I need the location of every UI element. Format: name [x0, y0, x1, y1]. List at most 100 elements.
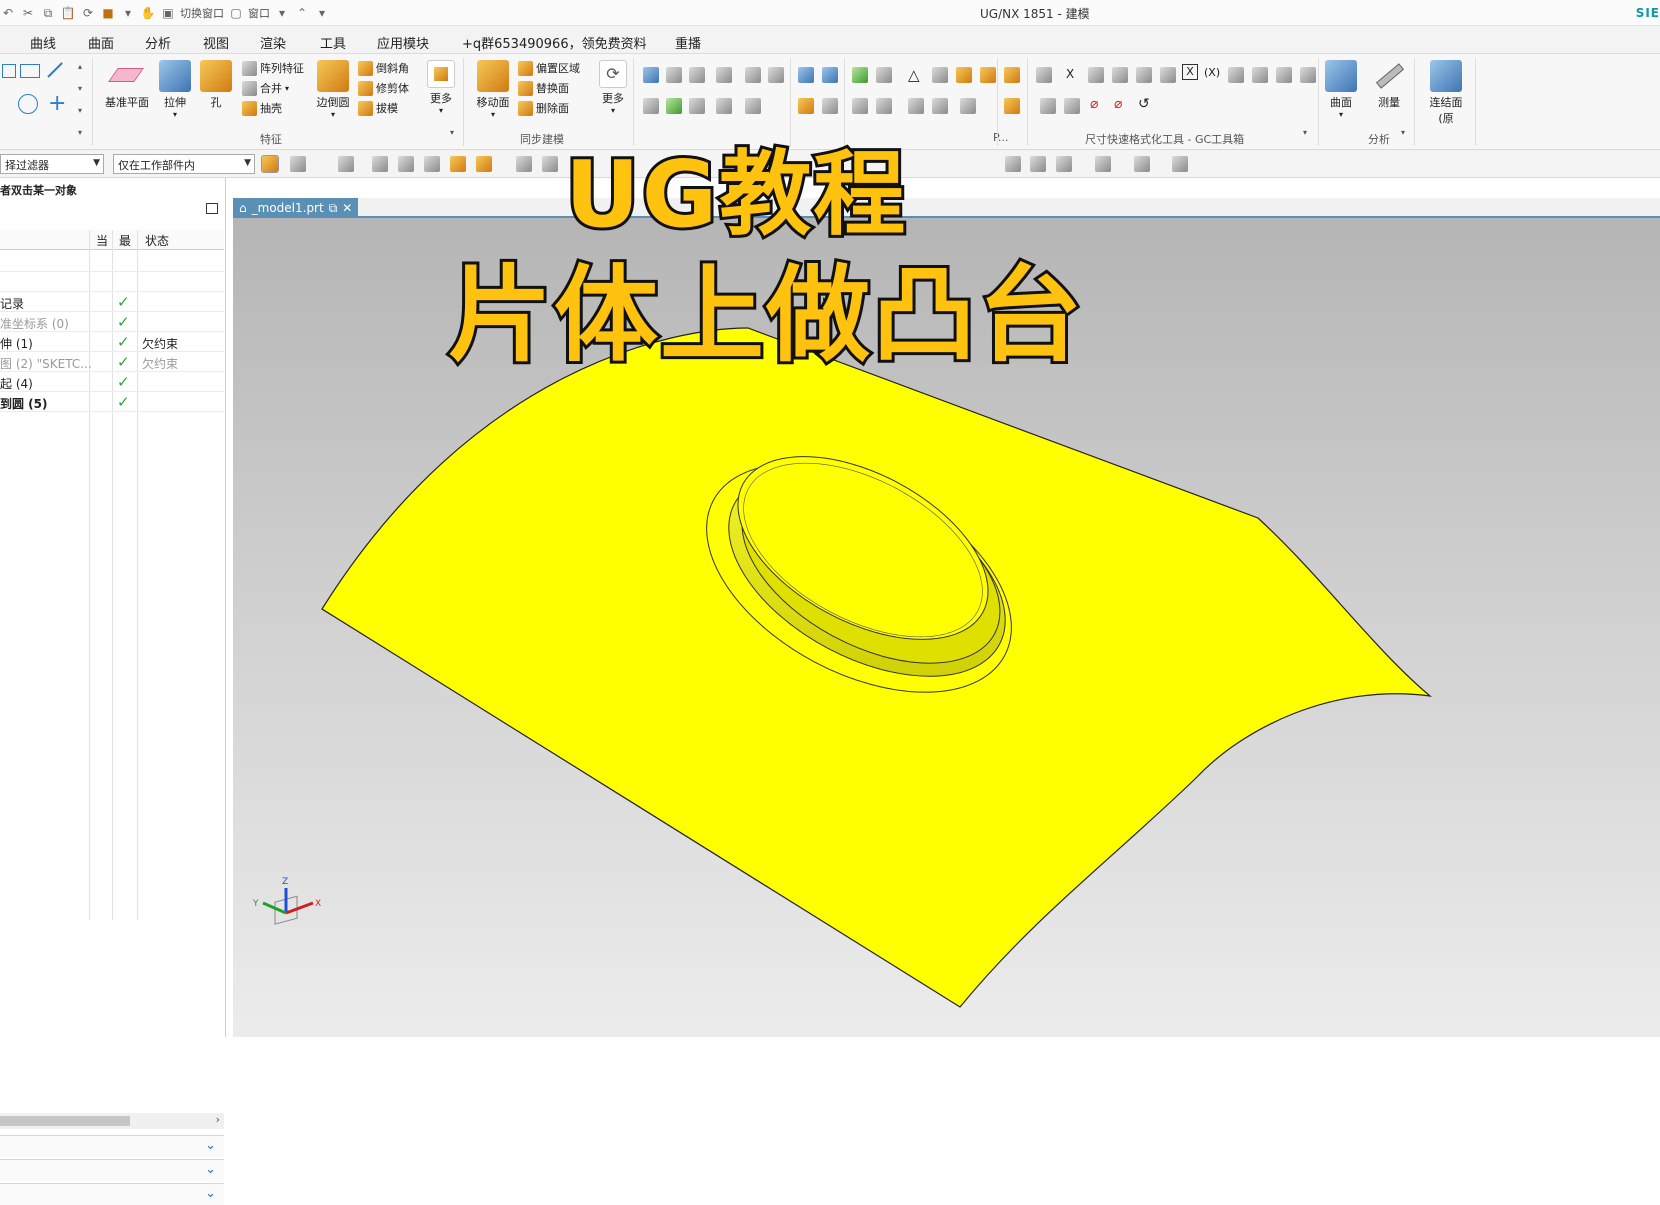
- snap-icon[interactable]: [372, 156, 388, 172]
- tab-replay[interactable]: 重播: [675, 33, 701, 52]
- snap-3-icon[interactable]: [424, 156, 440, 172]
- navigator-row[interactable]: 记录 ✓: [0, 292, 224, 312]
- undo-icon[interactable]: ↶: [0, 5, 16, 21]
- toolkit-group-menu-icon[interactable]: ▾: [1303, 128, 1307, 137]
- column-latest[interactable]: 最: [119, 232, 131, 252]
- close-icon[interactable]: ✕: [342, 201, 352, 215]
- navigator-row[interactable]: 伸 (1) ✓ 欠约束: [0, 332, 224, 352]
- surface-analysis-button[interactable]: 曲面 ▾: [1318, 54, 1364, 119]
- orient-icon[interactable]: [1095, 156, 1111, 172]
- fit-10h7-b-icon[interactable]: [1252, 67, 1268, 83]
- offset-region-button[interactable]: 偏置区域: [518, 58, 580, 78]
- coin-icon[interactable]: [798, 98, 814, 114]
- database-icon[interactable]: [798, 67, 814, 83]
- trim-body-button[interactable]: 修剪体: [358, 78, 409, 98]
- navigator-row[interactable]: 图 (2) "SKETC... ✓ 欠约束: [0, 352, 224, 372]
- diameter-icon[interactable]: ⌀: [1090, 96, 1098, 112]
- tab-application[interactable]: 应用模块: [377, 33, 429, 52]
- cross-icon[interactable]: [956, 67, 972, 83]
- connect-face-button[interactable]: 连结面 (原: [1418, 54, 1474, 126]
- dim-format-3-icon[interactable]: [1136, 67, 1152, 83]
- dim-format-2-icon[interactable]: [1112, 67, 1128, 83]
- window-menu-button[interactable]: 窗口: [248, 5, 270, 21]
- solid-icon[interactable]: [689, 98, 705, 114]
- assembly-2-icon[interactable]: [1004, 98, 1020, 114]
- window-icon[interactable]: ▢: [228, 5, 244, 21]
- switch-window-button[interactable]: 切换窗口: [180, 5, 224, 21]
- fit-10h7-icon[interactable]: [1228, 67, 1244, 83]
- section-icon[interactable]: [716, 98, 732, 114]
- render-style-2-icon[interactable]: [1030, 156, 1046, 172]
- datum-plane-button[interactable]: 基准平面: [104, 54, 150, 110]
- draft-button[interactable]: 拔模: [358, 98, 398, 118]
- view-cube-2-icon[interactable]: [542, 156, 558, 172]
- line-icon[interactable]: [47, 62, 63, 78]
- more-sync-dropdown-icon[interactable]: ▾: [590, 106, 636, 115]
- measure-button[interactable]: 测量: [1366, 54, 1412, 110]
- edge-blend-dropdown-icon[interactable]: ▾: [310, 110, 356, 119]
- horizontal-scrollbar[interactable]: ›: [0, 1113, 224, 1129]
- hole-button[interactable]: 孔: [193, 54, 239, 110]
- dim-arrow-icon[interactable]: [1040, 98, 1056, 114]
- tab-curve[interactable]: 曲线: [30, 33, 56, 52]
- x-icon[interactable]: X: [1066, 67, 1074, 81]
- maximize-icon[interactable]: [206, 203, 218, 214]
- filter-icon[interactable]: [290, 156, 306, 172]
- dropdown-arrow-icon[interactable]: ▾: [120, 5, 136, 21]
- more-sync-button[interactable]: ⟳ 更多 ▾: [590, 54, 636, 115]
- axis-icon[interactable]: [876, 98, 892, 114]
- column-status[interactable]: 状态: [145, 232, 169, 252]
- replace-face-button[interactable]: 替换面: [518, 78, 569, 98]
- tab-surface[interactable]: 曲面: [88, 33, 114, 52]
- pattern-icon[interactable]: [876, 67, 892, 83]
- analysis-group-menu-icon[interactable]: ▾: [1401, 128, 1405, 137]
- dim-line-icon[interactable]: [1064, 98, 1080, 114]
- fit-10h7-c-icon[interactable]: [1276, 67, 1292, 83]
- assembly-icon[interactable]: [1004, 67, 1020, 83]
- unite-dropdown-icon[interactable]: ▾: [285, 84, 289, 93]
- view-cube-icon[interactable]: [516, 156, 532, 172]
- triangle-icon[interactable]: △: [908, 66, 920, 84]
- more-feature-button[interactable]: 更多 ▾: [418, 54, 464, 115]
- tab-view[interactable]: 视图: [203, 33, 229, 52]
- paste-icon[interactable]: 📋: [60, 5, 76, 21]
- boxed-x-icon[interactable]: X: [1182, 64, 1198, 80]
- details-panel[interactable]: ⌄: [0, 1159, 224, 1181]
- copy-icon[interactable]: ⧉: [40, 5, 56, 21]
- snap-2-icon[interactable]: [398, 156, 414, 172]
- pattern-feature-button[interactable]: 阵列特征: [242, 58, 304, 78]
- grid-icon[interactable]: [852, 98, 868, 114]
- cut-icon[interactable]: ✂: [20, 5, 36, 21]
- point-icon[interactable]: +: [48, 93, 66, 115]
- list-icon[interactable]: [745, 98, 761, 114]
- note-icon[interactable]: [908, 98, 924, 114]
- edge-display-icon[interactable]: [1172, 156, 1188, 172]
- paint-icon[interactable]: [666, 98, 682, 114]
- tolerance-icon[interactable]: [960, 98, 976, 114]
- dim-format-4-icon[interactable]: [1160, 67, 1176, 83]
- chevron-down-icon[interactable]: ⌄: [205, 1138, 216, 1153]
- rectangle-icon[interactable]: [20, 64, 40, 78]
- group-dropdown-icon[interactable]: ▾: [78, 128, 82, 137]
- paren-x-icon[interactable]: (X): [1204, 66, 1220, 79]
- scrollbar-thumb[interactable]: [0, 1116, 130, 1126]
- feature-group-menu-icon[interactable]: ▾: [450, 128, 454, 137]
- edge-blend-button[interactable]: 边倒圆 ▾: [310, 54, 356, 119]
- type-filter-dropdown[interactable]: 择过滤器 ▼: [0, 154, 104, 174]
- attach-icon[interactable]: [716, 67, 732, 83]
- navigator-row[interactable]: 准坐标系 (0) ✓: [0, 312, 224, 332]
- body-icon[interactable]: [689, 67, 705, 83]
- snap-4-icon[interactable]: [450, 156, 466, 172]
- dependencies-panel[interactable]: ⌄: [0, 1135, 224, 1157]
- scroll-right-icon[interactable]: ›: [216, 1113, 220, 1126]
- navigator-row[interactable]: [0, 252, 224, 272]
- tab-tools[interactable]: 工具: [320, 33, 346, 52]
- surface-analysis-dropdown-icon[interactable]: ▾: [1318, 110, 1364, 119]
- filter-2-icon[interactable]: [338, 156, 354, 172]
- frame-icon[interactable]: [932, 67, 948, 83]
- touch-mode-icon[interactable]: ✋: [140, 5, 156, 21]
- curve-tool-2-icon[interactable]: [768, 67, 784, 83]
- move-face-dropdown-icon[interactable]: ▾: [470, 110, 516, 119]
- window-dropdown-icon[interactable]: ▾: [274, 5, 290, 21]
- layer-icon[interactable]: [666, 67, 682, 83]
